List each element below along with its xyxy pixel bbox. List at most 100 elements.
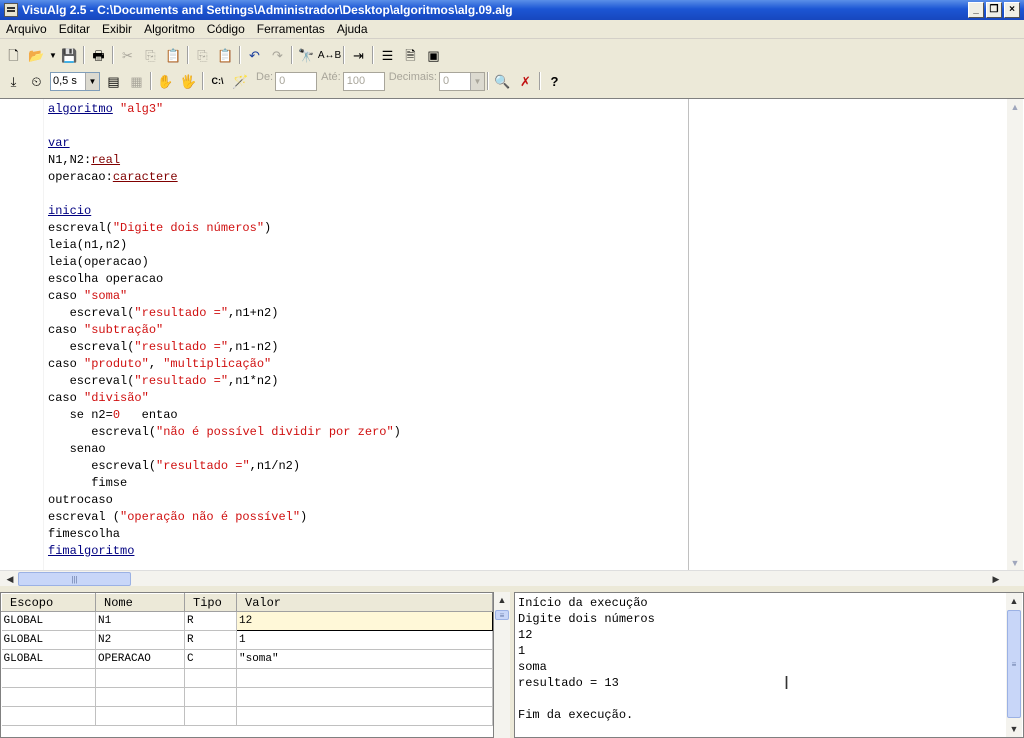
table-row[interactable]: GLOBAL OPERACAO C "soma" bbox=[1, 649, 493, 669]
help-icon[interactable]: ? bbox=[543, 70, 566, 92]
code-line[interactable]: caso "divisão" bbox=[48, 390, 401, 407]
code-line[interactable] bbox=[48, 118, 401, 135]
code-line[interactable]: escreval("resultado =",n1-n2) bbox=[48, 339, 401, 356]
toolbar-separator bbox=[81, 44, 87, 66]
open-dropdown-icon[interactable]: ▼ bbox=[48, 44, 58, 66]
search-icon[interactable]: 🔍 bbox=[491, 70, 514, 92]
code-line[interactable]: var bbox=[48, 135, 401, 152]
scroll-up-icon[interactable]: ▲ bbox=[494, 592, 510, 608]
menu-arquivo[interactable]: Arquivo bbox=[0, 21, 53, 38]
code-line[interactable]: fimalgoritmo bbox=[48, 543, 401, 560]
scroll-down-icon[interactable]: ▼ bbox=[1006, 721, 1022, 737]
console-icon[interactable]: C:\ bbox=[206, 70, 229, 92]
scroll-right-icon[interactable]: ▶ bbox=[988, 571, 1004, 587]
scroll-up-icon[interactable]: ▲ bbox=[1006, 593, 1022, 609]
code-line[interactable]: escreval("resultado =",n1+n2) bbox=[48, 305, 401, 322]
copy-icon[interactable]: ⎘ bbox=[139, 44, 162, 66]
code-line[interactable]: algoritmo "alg3" bbox=[48, 101, 401, 118]
print-icon[interactable]: 🖶 bbox=[87, 44, 110, 66]
variables-scroll-thumb[interactable]: ≡ bbox=[495, 610, 509, 620]
code-line[interactable]: caso "produto", "multiplicação" bbox=[48, 356, 401, 373]
table-row bbox=[1, 687, 493, 707]
close-button[interactable]: × bbox=[1004, 2, 1020, 18]
variables-icon[interactable]: ▤ bbox=[102, 70, 125, 92]
replace-icon[interactable]: A↔B bbox=[318, 44, 341, 66]
scroll-down-icon[interactable]: ▼ bbox=[1007, 555, 1023, 571]
ate-field[interactable]: 100 bbox=[342, 71, 385, 91]
hand-icon[interactable]: ✋ bbox=[154, 70, 177, 92]
code-line[interactable]: escreval("Digite dois números") bbox=[48, 220, 401, 237]
scroll-up-icon[interactable]: ▲ bbox=[1007, 99, 1023, 115]
code-line[interactable]: escreval("não é possível dividir por zer… bbox=[48, 424, 401, 441]
code-line[interactable]: escreval ("operação não é possível") bbox=[48, 509, 401, 526]
code-line[interactable]: escolha operacao bbox=[48, 271, 401, 288]
code-line[interactable]: fimse bbox=[48, 475, 401, 492]
paste-icon[interactable]: 📋 bbox=[162, 44, 185, 66]
code-line[interactable]: inicio bbox=[48, 203, 401, 220]
horizontal-scroll-thumb[interactable]: ||| bbox=[18, 572, 131, 586]
document-icon[interactable]: 🗎 bbox=[399, 44, 422, 66]
clear-icon[interactable]: ▦ bbox=[125, 70, 148, 92]
redo-icon[interactable]: ↷ bbox=[266, 44, 289, 66]
code-line[interactable]: N1,N2:real bbox=[48, 152, 401, 169]
restore-button[interactable]: ❐ bbox=[986, 2, 1002, 18]
menu-exibir[interactable]: Exibir bbox=[96, 21, 138, 38]
code-token: caso bbox=[48, 323, 85, 337]
decimais-select[interactable]: 0 ▼ bbox=[439, 71, 485, 91]
code-editor[interactable]: algoritmo "alg3" var N1,N2:real operacao:ca… bbox=[0, 98, 1024, 571]
cell-valor[interactable]: 12 bbox=[236, 611, 493, 631]
menu-editar[interactable]: Editar bbox=[53, 21, 96, 38]
magic-wand-icon[interactable]: 🪄 bbox=[229, 70, 252, 92]
scroll-left-icon[interactable]: ◀ bbox=[2, 571, 18, 587]
debug-icon[interactable]: ✗ bbox=[514, 70, 537, 92]
code-text[interactable]: algoritmo "alg3" var N1,N2:real operacao:ca… bbox=[48, 101, 401, 560]
de-field[interactable]: 0 bbox=[275, 71, 318, 91]
breakpoint-hand-icon[interactable]: 🖐 bbox=[177, 70, 200, 92]
code-line[interactable]: senao bbox=[48, 441, 401, 458]
code-line[interactable]: leia(operacao) bbox=[48, 254, 401, 271]
col-nome[interactable]: Nome bbox=[95, 593, 185, 612]
cut-icon[interactable]: ✂ bbox=[116, 44, 139, 66]
binoculars-icon[interactable]: 🔭 bbox=[295, 44, 318, 66]
table-row[interactable]: GLOBAL N1 R 12 bbox=[1, 611, 493, 631]
output-scrollbar[interactable]: ▲ ≡ ▼ bbox=[1006, 593, 1022, 737]
code-line[interactable]: outrocaso bbox=[48, 492, 401, 509]
indent-icon[interactable]: ⇥ bbox=[347, 44, 370, 66]
menu-algoritmo[interactable]: Algoritmo bbox=[138, 21, 201, 38]
code-line[interactable]: caso "subtração" bbox=[48, 322, 401, 339]
window-icon[interactable]: ▣ bbox=[422, 44, 445, 66]
col-escopo[interactable]: Escopo bbox=[1, 593, 96, 612]
cell-valor: "soma" bbox=[236, 649, 493, 669]
code-line[interactable]: escreval("resultado =",n1/n2) bbox=[48, 458, 401, 475]
new-file-icon[interactable]: 🗋 bbox=[2, 44, 25, 66]
numbered-list-icon[interactable]: ☰ bbox=[376, 44, 399, 66]
menu-ajuda[interactable]: Ajuda bbox=[331, 21, 374, 38]
undo-icon[interactable]: ↶ bbox=[243, 44, 266, 66]
code-line[interactable]: escreval("resultado =",n1*n2) bbox=[48, 373, 401, 390]
code-line[interactable]: se n2=0 entao bbox=[48, 407, 401, 424]
speed-select[interactable]: 0,5 s ▼ bbox=[50, 71, 100, 91]
code-token: ) bbox=[300, 510, 308, 524]
output-scroll-thumb[interactable]: ≡ bbox=[1007, 610, 1021, 718]
code-line[interactable]: operacao:caractere bbox=[48, 169, 401, 186]
editor-horizontal-scrollbar[interactable]: ◀ ||| ▶ bbox=[0, 570, 1024, 586]
save-icon[interactable]: 💾 bbox=[58, 44, 81, 66]
timer-icon[interactable]: ⏲ bbox=[25, 70, 48, 92]
step-icon[interactable]: ⤓ bbox=[2, 70, 25, 92]
copy-all-icon[interactable]: ⎘ bbox=[191, 44, 214, 66]
table-row[interactable]: GLOBAL N2 R 1 bbox=[1, 630, 493, 650]
variables-scrollbar[interactable]: ▲ ≡ bbox=[494, 592, 510, 738]
col-valor[interactable]: Valor bbox=[236, 593, 493, 612]
open-folder-icon[interactable]: 📂 bbox=[25, 44, 48, 66]
menu-ferramentas[interactable]: Ferramentas bbox=[251, 21, 331, 38]
col-tipo[interactable]: Tipo bbox=[184, 593, 237, 612]
code-line[interactable]: leia(n1,n2) bbox=[48, 237, 401, 254]
toolbar-separator bbox=[237, 44, 243, 66]
code-line[interactable]: caso "soma" bbox=[48, 288, 401, 305]
menu-codigo[interactable]: Código bbox=[201, 21, 251, 38]
paste-special-icon[interactable]: 📋 bbox=[214, 44, 237, 66]
minimize-button[interactable]: _ bbox=[968, 2, 984, 18]
editor-vertical-scrollbar[interactable]: ▲ ▼ bbox=[1007, 99, 1023, 571]
code-line[interactable] bbox=[48, 186, 401, 203]
code-line[interactable]: fimescolha bbox=[48, 526, 401, 543]
